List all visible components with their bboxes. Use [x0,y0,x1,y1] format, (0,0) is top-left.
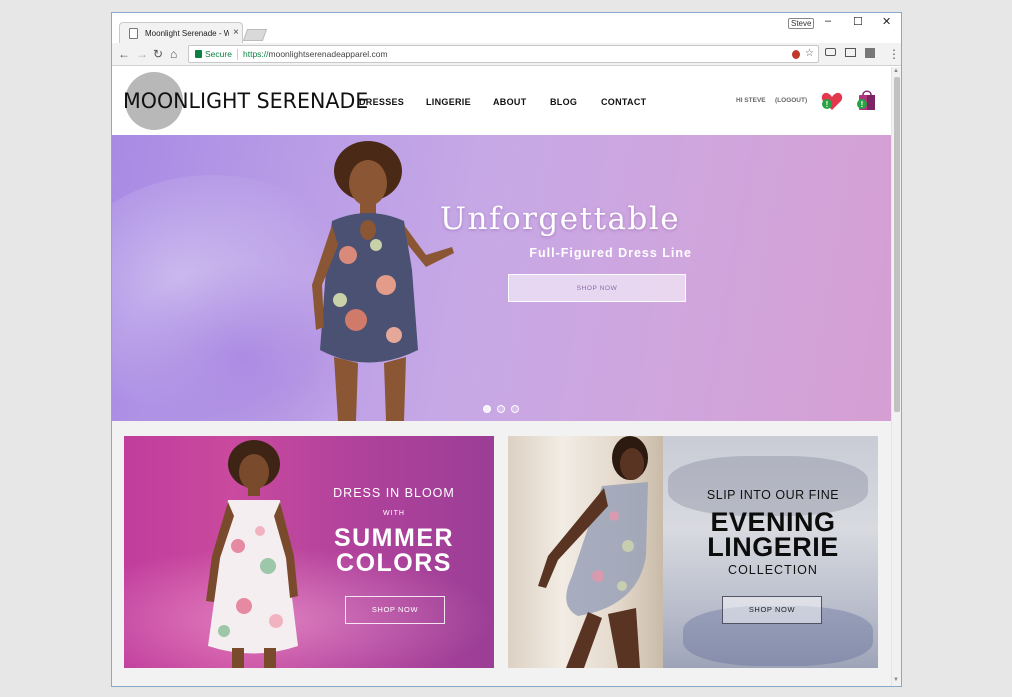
extension-icon[interactable] [825,48,836,56]
summer-shop-now-button[interactable]: SHOP NOW [345,596,445,624]
maximize-button[interactable]: ☐ [853,15,863,28]
title-bar: Moonlight Serenade - W × Steve – ☐ ✕ [112,13,901,44]
carousel-dot-2[interactable] [497,405,505,413]
promo-headline-line: COLORS [336,549,452,577]
forward-icon[interactable]: → [136,46,148,62]
page-viewport: MOONLIGHT SERENADE DRESSES LINGERIE ABOU… [112,67,891,686]
url-scheme: https:// [243,49,269,59]
nav-lingerie[interactable]: LINGERIE [426,97,471,107]
scroll-down-arrow-icon[interactable]: ▼ [893,677,899,683]
tab-close-icon[interactable]: × [233,27,239,38]
site-logo[interactable]: MOONLIGHT SERENADE [123,89,368,113]
divider [237,49,238,60]
hero-title: Unforgettable [439,201,681,237]
nav-dresses[interactable]: DRESSES [359,97,404,107]
url-host: moonlightserenadeapparel.com [268,49,388,59]
promo-line: SLIP INTO OUR FINE [706,488,840,502]
home-icon[interactable]: ⌂ [170,46,177,62]
address-bar[interactable]: Secure https://moonlightserenadeapparel.… [188,45,819,63]
lock-icon [195,50,202,58]
carousel-dot-1[interactable] [483,405,491,413]
extension-icon[interactable] [792,50,800,59]
back-icon[interactable]: ← [118,46,130,62]
cart-badge: ! [861,100,864,109]
page-icon [129,28,138,39]
carousel-dot-3[interactable] [511,405,519,413]
star-icon[interactable]: ☆ [805,48,814,59]
close-window-button[interactable]: ✕ [882,15,891,28]
promo-line: WITH [383,510,405,517]
reload-icon[interactable]: ↻ [153,46,163,62]
wishlist-heart-icon[interactable]: ! [821,91,843,111]
scroll-up-arrow-icon[interactable]: ▲ [893,68,899,74]
lingerie-shop-now-button[interactable]: SHOP NOW [722,596,822,624]
nav-about[interactable]: ABOUT [493,97,527,107]
lingerie-model-image [538,436,648,668]
promo-line: DRESS IN BLOOM [333,486,455,500]
promo-line: COLLECTION [728,563,818,577]
url-text[interactable]: https://moonlightserenadeapparel.com [243,49,388,59]
page-scrollbar[interactable]: ▲ ▼ [891,67,901,686]
nav-contact[interactable]: CONTACT [601,97,646,107]
scroll-thumb[interactable] [894,77,900,412]
shopping-bag-icon[interactable]: ! [857,89,877,111]
tab-title: Moonlight Serenade - W [145,29,229,38]
summer-dress-model-image [206,440,298,668]
logout-link[interactable]: (LOGOUT) [775,97,807,104]
extension-icon[interactable] [865,48,875,58]
hero-shop-now-button[interactable]: SHOP NOW [508,274,686,302]
secure-label: Secure [205,49,232,59]
nav-blog[interactable]: BLOG [550,97,577,107]
hero-subtitle: Full-Figured Dress Line [529,246,692,260]
site-header: MOONLIGHT SERENADE DRESSES LINGERIE ABOU… [112,67,891,135]
browser-tab[interactable]: Moonlight Serenade - W × [119,22,243,44]
hero-model-image [312,141,454,421]
minimize-button[interactable]: – [825,15,831,27]
browser-toolbar: ← → ↻ ⌂ Secure https://moonlightserenade… [112,43,901,66]
promo-headline-line: SUMMER [333,524,455,552]
promo-headline: EVENING LINGERIE [688,509,858,562]
menu-icon[interactable]: ⋮ [888,46,900,62]
new-tab-button[interactable] [242,29,268,41]
promo-summer-colors[interactable]: DRESS IN BLOOM WITH SUMMER COLORS SHOP N… [124,436,494,668]
wishlist-badge: ! [826,100,829,109]
hero-banner: Unforgettable Full-Figured Dress Line SH… [112,135,891,421]
browser-window: Moonlight Serenade - W × Steve – ☐ ✕ ← →… [111,12,902,687]
profile-button[interactable]: Steve [788,18,815,29]
promo-headline-line: LINGERIE [707,532,839,562]
cast-icon[interactable] [845,48,856,57]
promo-headline: SUMMER COLORS [309,526,479,576]
user-greeting: HI STEVE [736,97,766,104]
promo-evening-lingerie[interactable]: SLIP INTO OUR FINE EVENING LINGERIE COLL… [508,436,878,668]
